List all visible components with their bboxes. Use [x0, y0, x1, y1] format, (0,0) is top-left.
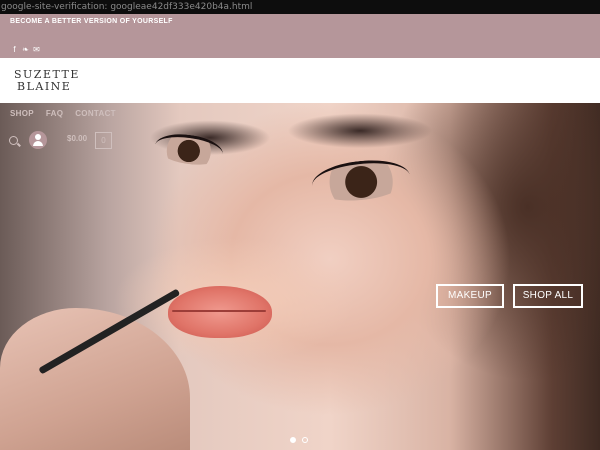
main-nav: SHOP FAQ CONTACT	[10, 109, 116, 118]
slider-dot-2[interactable]	[302, 437, 308, 443]
slider-dots	[290, 437, 308, 443]
nav-item-shop[interactable]: SHOP	[10, 109, 34, 118]
nav-item-faq[interactable]: FAQ	[46, 109, 63, 118]
hand-image	[0, 308, 190, 450]
email-icon[interactable]: ✉	[33, 46, 40, 54]
facebook-icon[interactable]: f	[11, 46, 18, 54]
logo-line-2: BLAINE	[17, 80, 72, 93]
search-icon[interactable]	[9, 136, 18, 145]
twitter-icon[interactable]: ❧	[22, 46, 29, 54]
makeup-button[interactable]: MAKEUP	[436, 284, 504, 308]
cart-icon[interactable]: 0	[95, 132, 112, 149]
social-links: f ❧ ✉	[11, 46, 40, 54]
verification-text: google-site-verification: googleae42df33…	[0, 0, 600, 14]
hero-slider	[0, 103, 600, 450]
logo[interactable]: SUZETTE BLAINE	[14, 69, 80, 93]
shop-all-button[interactable]: SHOP ALL	[513, 284, 583, 308]
eye-image-right	[310, 155, 412, 206]
site-header: SUZETTE BLAINE	[0, 58, 600, 103]
nav-item-contact[interactable]: CONTACT	[75, 109, 116, 118]
cart-total[interactable]: $0.00	[67, 134, 87, 143]
top-bar: BECOME A BETTER VERSION OF YOURSELF f ❧ …	[0, 14, 600, 58]
account-icon[interactable]	[29, 131, 47, 149]
lips-image	[168, 286, 272, 338]
lip-line	[172, 310, 266, 312]
tagline: BECOME A BETTER VERSION OF YOURSELF	[10, 18, 173, 25]
eye-image-left	[153, 130, 225, 169]
slider-dot-1[interactable]	[290, 437, 296, 443]
